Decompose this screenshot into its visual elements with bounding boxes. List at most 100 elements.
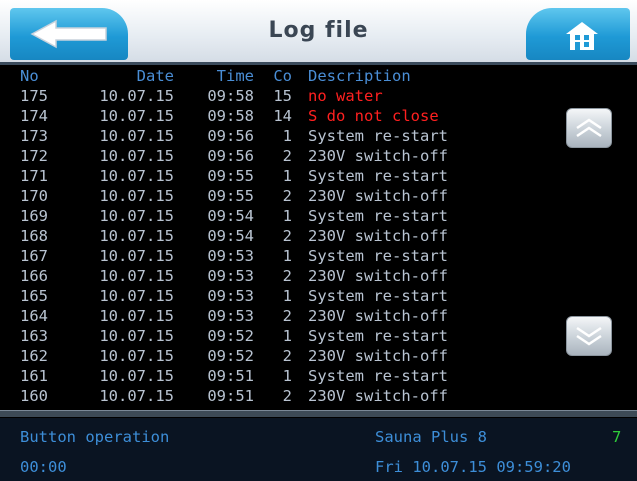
log-date: 10.07.15 <box>99 287 174 305</box>
log-row: 170 10.07.15 09:55 2 230V switch-off <box>0 186 520 206</box>
log-no: 174 <box>20 107 48 125</box>
log-code: 15 <box>273 87 292 105</box>
log-code: 2 <box>282 267 292 285</box>
double-chevron-up-icon <box>576 118 602 138</box>
status-bar: Button operation Sauna Plus 8 7 00:00 Fr… <box>0 418 637 481</box>
log-row: 171 10.07.15 09:55 1 System re-start <box>0 166 520 186</box>
log-no: 168 <box>20 227 48 245</box>
log-code: 2 <box>282 147 292 165</box>
log-description: 230V switch-off <box>308 347 448 365</box>
screen: Log file No Date Time Co Description 175… <box>0 0 637 481</box>
log-description: S do not close <box>308 107 439 125</box>
log-row: 161 10.07.15 09:51 1 System re-start <box>0 366 520 386</box>
log-time: 09:52 <box>207 347 254 365</box>
log-time: 09:51 <box>207 367 254 385</box>
divider <box>0 410 637 417</box>
log-date: 10.07.15 <box>99 347 174 365</box>
home-icon <box>566 22 598 50</box>
log-date: 10.07.15 <box>99 107 174 125</box>
log-code: 2 <box>282 347 292 365</box>
log-row: 164 10.07.15 09:53 2 230V switch-off <box>0 306 520 326</box>
log-description: 230V switch-off <box>308 307 448 325</box>
log-time: 09:53 <box>207 267 254 285</box>
log-time: 09:54 <box>207 227 254 245</box>
header-bar: Log file <box>0 0 637 65</box>
log-description: 230V switch-off <box>308 187 448 205</box>
log-date: 10.07.15 <box>99 307 174 325</box>
log-no: 160 <box>20 387 48 405</box>
log-no: 167 <box>20 247 48 265</box>
log-description: 230V switch-off <box>308 387 448 405</box>
log-description: no water <box>308 87 383 105</box>
log-row: 168 10.07.15 09:54 2 230V switch-off <box>0 226 520 246</box>
log-row: 175 10.07.15 09:58 15 no water <box>0 86 520 106</box>
log-no: 172 <box>20 147 48 165</box>
double-chevron-down-icon <box>576 326 602 346</box>
log-description: 230V switch-off <box>308 267 448 285</box>
log-description: System re-start <box>308 247 448 265</box>
log-date: 10.07.15 <box>99 187 174 205</box>
home-button[interactable] <box>526 8 630 60</box>
log-time: 09:52 <box>207 327 254 345</box>
log-description: System re-start <box>308 327 448 345</box>
log-time: 09:58 <box>207 87 254 105</box>
log-row: 160 10.07.15 09:51 2 230V switch-off <box>0 386 520 406</box>
log-code: 2 <box>282 187 292 205</box>
log-row: 167 10.07.15 09:53 1 System re-start <box>0 246 520 266</box>
device-name: Sauna Plus 8 <box>375 428 487 446</box>
column-header-code: Co <box>273 67 292 85</box>
log-date: 10.07.15 <box>99 207 174 225</box>
log-time: 09:53 <box>207 247 254 265</box>
log-code: 1 <box>282 247 292 265</box>
log-date: 10.07.15 <box>99 147 174 165</box>
log-code: 1 <box>282 327 292 345</box>
column-header-description: Description <box>308 67 411 85</box>
log-row: 173 10.07.15 09:56 1 System re-start <box>0 126 520 146</box>
log-description: System re-start <box>308 167 448 185</box>
log-time: 09:53 <box>207 307 254 325</box>
log-code: 1 <box>282 127 292 145</box>
log-code: 2 <box>282 227 292 245</box>
log-no: 171 <box>20 167 48 185</box>
timer-value: 00:00 <box>20 458 67 476</box>
log-date: 10.07.15 <box>99 327 174 345</box>
log-time: 09:55 <box>207 187 254 205</box>
log-row: 162 10.07.15 09:52 2 230V switch-off <box>0 346 520 366</box>
log-date: 10.07.15 <box>99 247 174 265</box>
log-no: 166 <box>20 267 48 285</box>
log-date: 10.07.15 <box>99 367 174 385</box>
log-code: 1 <box>282 287 292 305</box>
log-time: 09:55 <box>207 167 254 185</box>
scroll-up-button[interactable] <box>566 108 612 148</box>
log-time: 09:54 <box>207 207 254 225</box>
log-no: 175 <box>20 87 48 105</box>
log-date: 10.07.15 <box>99 167 174 185</box>
log-row: 163 10.07.15 09:52 1 System re-start <box>0 326 520 346</box>
log-description: 230V switch-off <box>308 147 448 165</box>
log-row: 166 10.07.15 09:53 2 230V switch-off <box>0 266 520 286</box>
log-row: 169 10.07.15 09:54 1 System re-start <box>0 206 520 226</box>
log-code: 1 <box>282 207 292 225</box>
status-indicator: 7 <box>612 428 622 446</box>
operation-mode: Button operation <box>20 428 170 446</box>
column-header-date: Date <box>136 67 174 85</box>
log-date: 10.07.15 <box>99 227 174 245</box>
log-description: System re-start <box>308 207 448 225</box>
log-no: 173 <box>20 127 48 145</box>
log-row: 165 10.07.15 09:53 1 System re-start <box>0 286 520 306</box>
log-time: 09:58 <box>207 107 254 125</box>
log-code: 14 <box>273 107 292 125</box>
log-code: 1 <box>282 167 292 185</box>
log-date: 10.07.15 <box>99 127 174 145</box>
scroll-down-button[interactable] <box>566 316 612 356</box>
log-no: 164 <box>20 307 48 325</box>
log-no: 161 <box>20 367 48 385</box>
log-no: 169 <box>20 207 48 225</box>
log-time: 09:56 <box>207 147 254 165</box>
log-row: 174 10.07.15 09:58 14 S do not close <box>0 106 520 126</box>
log-date: 10.07.15 <box>99 87 174 105</box>
log-no: 165 <box>20 287 48 305</box>
log-no: 163 <box>20 327 48 345</box>
log-description: System re-start <box>308 367 448 385</box>
log-time: 09:51 <box>207 387 254 405</box>
